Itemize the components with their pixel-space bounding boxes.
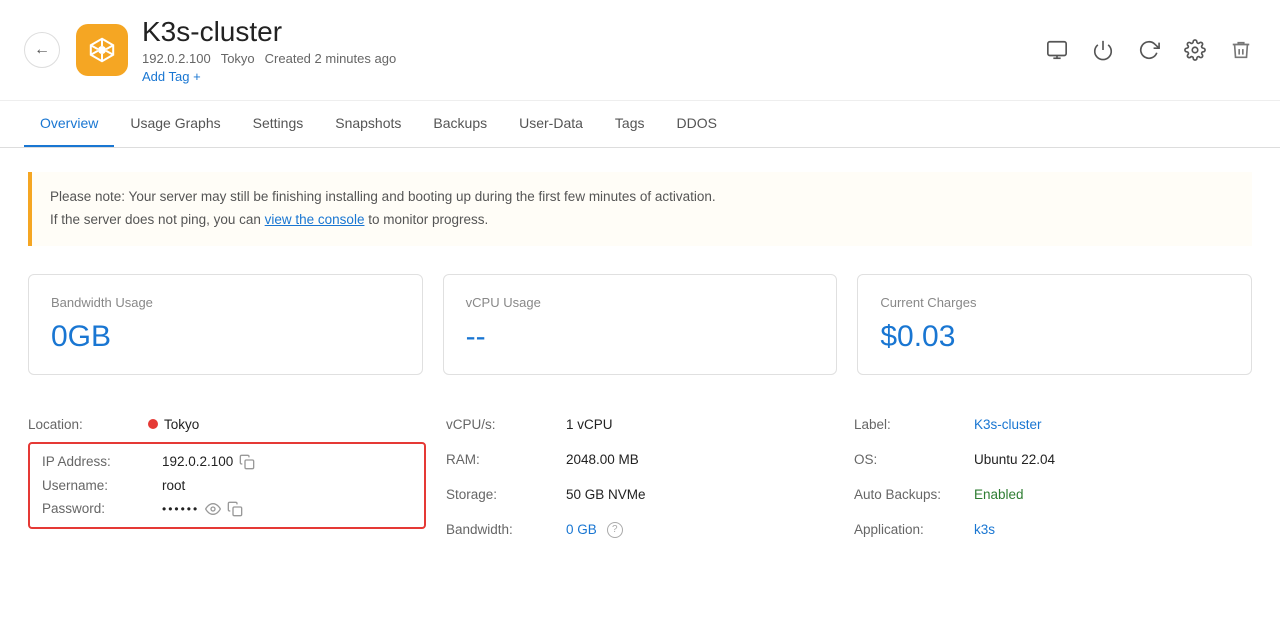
password-value: •••••• <box>162 501 243 517</box>
settings-button[interactable] <box>1180 35 1210 65</box>
location-label: Location: <box>28 417 148 432</box>
username-row: Username: root <box>42 474 412 497</box>
header-actions <box>1042 35 1256 65</box>
notice-text2: If the server does not ping, you can <box>50 212 265 227</box>
tab-ddos[interactable]: DDOS <box>660 101 732 147</box>
storage-row: Storage: 50 GB NVMe <box>446 477 834 512</box>
auto-backups-value[interactable]: Enabled <box>974 487 1024 502</box>
server-ip: 192.0.2.100 <box>142 51 211 66</box>
vcpu-card: vCPU Usage -- <box>443 274 838 375</box>
charges-card: Current Charges $0.03 <box>857 274 1252 375</box>
location-dot <box>148 419 158 429</box>
bandwidth-value: 0GB <box>51 320 400 354</box>
server-info: K3s-cluster 192.0.2.100 Tokyo Created 2 … <box>142 16 1042 84</box>
stats-row: Bandwidth Usage 0GB vCPU Usage -- Curren… <box>28 274 1252 375</box>
os-label: OS: <box>854 452 974 467</box>
ram-label: RAM: <box>446 452 566 467</box>
tab-settings[interactable]: Settings <box>237 101 320 147</box>
storage-value: 50 GB NVMe <box>566 487 646 502</box>
bandwidth-label: Bandwidth Usage <box>51 295 400 310</box>
vcpu-value: -- <box>466 320 815 354</box>
bandwidth-info-label: Bandwidth: <box>446 522 566 537</box>
notice-banner: Please note: Your server may still be fi… <box>28 172 1252 246</box>
location-row: Location: Tokyo <box>28 407 426 442</box>
bandwidth-info-row: Bandwidth: 0 GB ? <box>446 512 834 548</box>
bandwidth-help-icon[interactable]: ? <box>607 522 623 538</box>
vcpu-s-value: 1 vCPU <box>566 417 613 432</box>
ip-copy-icon[interactable] <box>239 454 255 470</box>
page-header: ← K3s-cluster 192.0.2.100 Tokyo Created … <box>0 0 1280 101</box>
charges-value: $0.03 <box>880 320 1229 354</box>
bandwidth-link[interactable]: 0 GB <box>566 522 597 537</box>
ip-box: IP Address: 192.0.2.100 Username: root <box>28 442 426 529</box>
main-content: Please note: Your server may still be fi… <box>0 148 1280 572</box>
ram-row: RAM: 2048.00 MB <box>446 442 834 477</box>
info-col-2: vCPU/s: 1 vCPU RAM: 2048.00 MB Storage: … <box>436 407 844 548</box>
vcpu-label: vCPU Usage <box>466 295 815 310</box>
info-col-3: Label: K3s-cluster OS: Ubuntu 22.04 Auto… <box>844 407 1252 548</box>
application-label: Application: <box>854 522 974 537</box>
password-row: Password: •••••• <box>42 497 412 521</box>
server-created: Created 2 minutes ago <box>265 51 397 66</box>
os-row: OS: Ubuntu 22.04 <box>854 442 1242 477</box>
tab-snapshots[interactable]: Snapshots <box>319 101 417 147</box>
auto-backups-label: Auto Backups: <box>854 487 974 502</box>
tab-user-data[interactable]: User-Data <box>503 101 599 147</box>
username-label: Username: <box>42 478 162 493</box>
info-col-1: Location: Tokyo IP Address: 192.0.2.100 <box>28 407 436 548</box>
add-tag-link[interactable]: Add Tag + <box>142 69 201 84</box>
ram-value: 2048.00 MB <box>566 452 639 467</box>
password-label: Password: <box>42 501 162 516</box>
password-dots: •••••• <box>162 502 199 516</box>
tab-bar: Overview Usage Graphs Settings Snapshots… <box>0 101 1280 148</box>
charges-label: Current Charges <box>880 295 1229 310</box>
server-name: K3s-cluster <box>142 16 1042 48</box>
power-button[interactable] <box>1088 35 1118 65</box>
location-text: Tokyo <box>164 417 199 432</box>
storage-label: Storage: <box>446 487 566 502</box>
tab-usage-graphs[interactable]: Usage Graphs <box>114 101 236 147</box>
server-meta: 192.0.2.100 Tokyo Created 2 minutes ago <box>142 51 1042 66</box>
back-button[interactable]: ← <box>24 32 60 68</box>
tab-backups[interactable]: Backups <box>417 101 503 147</box>
username-value: root <box>162 478 185 493</box>
label-row: Label: K3s-cluster <box>854 407 1242 442</box>
application-row: Application: k3s <box>854 512 1242 547</box>
label-label: Label: <box>854 417 974 432</box>
location-value: Tokyo <box>148 417 199 432</box>
bandwidth-card: Bandwidth Usage 0GB <box>28 274 423 375</box>
bandwidth-info-value: 0 GB ? <box>566 522 623 538</box>
ip-label: IP Address: <box>42 454 162 469</box>
os-value: Ubuntu 22.04 <box>974 452 1055 467</box>
ip-row: IP Address: 192.0.2.100 <box>42 450 412 474</box>
application-value[interactable]: k3s <box>974 522 995 537</box>
tab-overview[interactable]: Overview <box>24 101 114 147</box>
info-section: Location: Tokyo IP Address: 192.0.2.100 <box>28 407 1252 548</box>
show-password-icon[interactable] <box>205 501 221 517</box>
console-link[interactable]: view the console <box>265 212 365 227</box>
ip-text: 192.0.2.100 <box>162 454 233 469</box>
server-location: Tokyo <box>221 51 255 66</box>
password-copy-icon[interactable] <box>227 501 243 517</box>
delete-button[interactable] <box>1226 35 1256 65</box>
vcpu-row: vCPU/s: 1 vCPU <box>446 407 834 442</box>
notice-text1: Please note: Your server may still be fi… <box>50 189 716 204</box>
label-value[interactable]: K3s-cluster <box>974 417 1042 432</box>
notice-text3: to monitor progress. <box>364 212 488 227</box>
vcpu-s-label: vCPU/s: <box>446 417 566 432</box>
tab-tags[interactable]: Tags <box>599 101 661 147</box>
console-button[interactable] <box>1042 35 1072 65</box>
server-icon <box>76 24 128 76</box>
ip-value: 192.0.2.100 <box>162 454 255 470</box>
refresh-button[interactable] <box>1134 35 1164 65</box>
auto-backups-row: Auto Backups: Enabled <box>854 477 1242 512</box>
